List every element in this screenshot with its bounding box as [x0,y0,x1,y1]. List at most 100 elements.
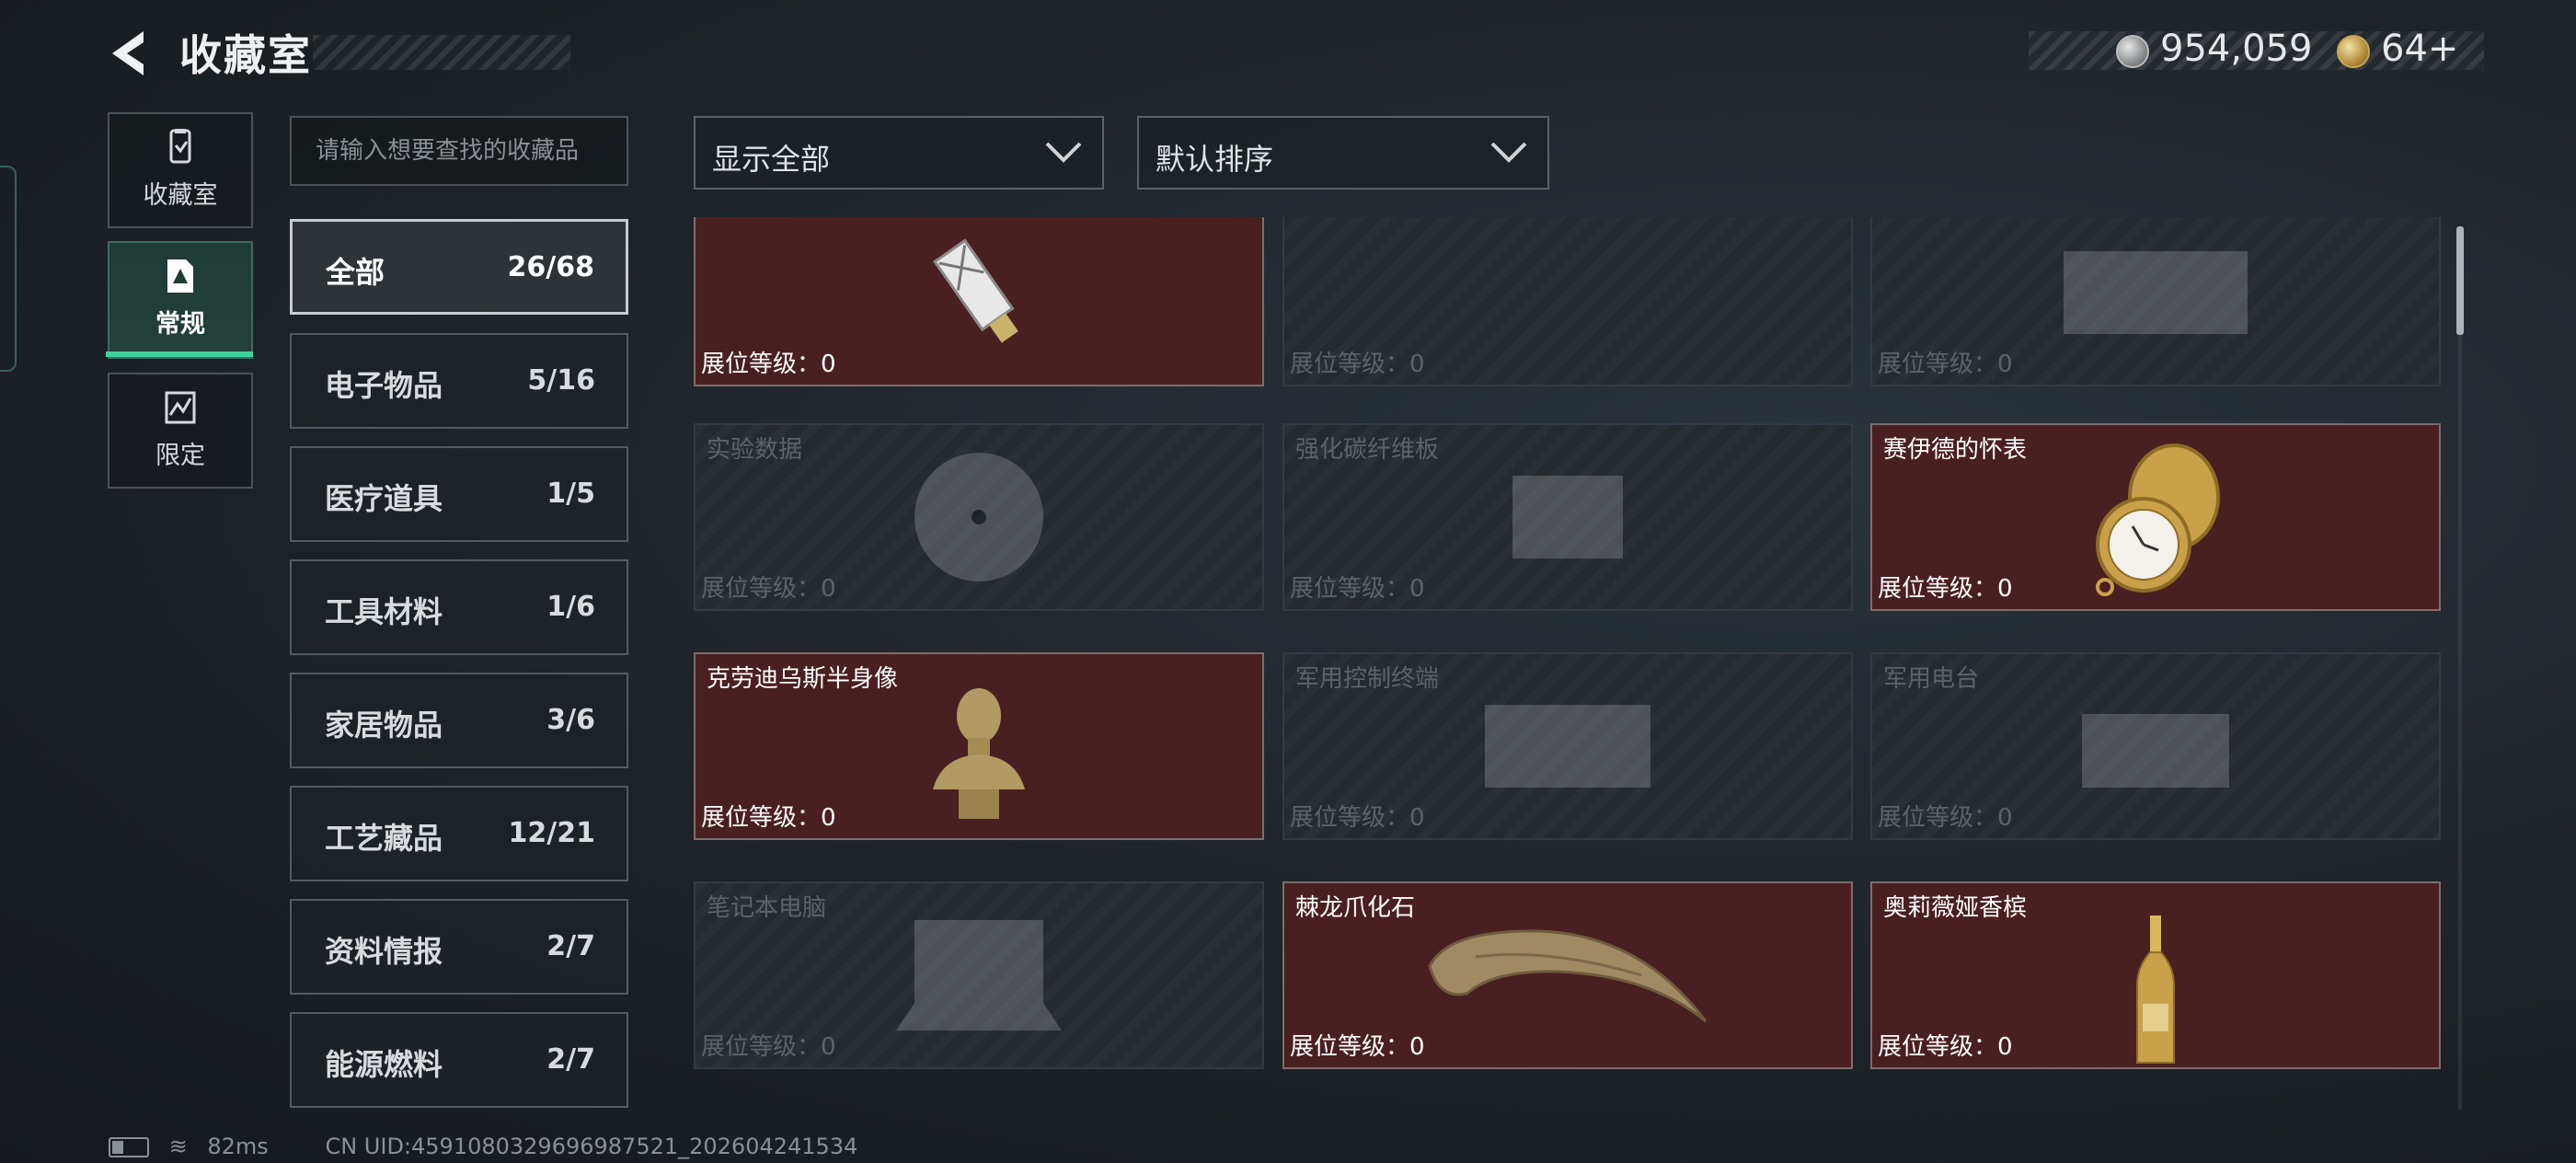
display-level: 展位等级：0 [1878,345,2013,379]
collection-card[interactable]: 实验数据 展位等级：0 [694,423,1264,611]
level-value: 0 [821,575,836,603]
level-value: 0 [1997,804,2013,832]
wifi-icon: ≋ [168,1134,188,1159]
category-count: 5/16 [527,364,595,397]
tab-label: 收藏室 [143,181,218,210]
disc-icon [914,453,1043,582]
category-count: 1/6 [546,591,595,623]
status-bar: ≋ 82ms CN UID:4591080329696987521_202604… [109,1134,870,1159]
silver-coin-icon [2116,35,2149,68]
category-electronics[interactable]: 电子物品 5/16 [290,333,628,429]
category-crafts[interactable]: 工艺藏品 12/21 [290,786,628,881]
category-name: 资料情报 [325,934,443,969]
limited-icon [165,391,196,424]
usb-key-icon [932,238,1018,343]
item-name: 实验数据 [707,436,803,464]
chevron-down-icon [1490,142,1527,163]
collection-card[interactable]: 赛伊德的怀表 展位等级：0 [1870,423,2441,611]
display-level: 展位等级：0 [1290,1028,1425,1062]
collection-card[interactable]: 展位等级：0 [1870,217,2441,386]
level-value: 0 [821,351,836,378]
gold-token-icon [2337,35,2370,68]
search-input[interactable] [290,116,628,186]
back-arrow-icon[interactable] [103,26,158,81]
uid-text: CN UID:4591080329696987521_202604241534 [325,1134,858,1159]
regular-doc-icon [167,259,193,293]
collection-card[interactable]: 棘龙爪化石 展位等级：0 [1282,881,1853,1069]
category-tools[interactable]: 工具材料 1/6 [290,559,628,655]
bust-icon [933,688,1025,819]
display-filter-dropdown[interactable]: 显示全部 [694,116,1104,190]
level-value: 0 [1409,1033,1425,1061]
category-count: 26/68 [507,251,594,283]
collection-card[interactable]: 克劳迪乌斯半身像 展位等级：0 [694,652,1264,840]
token-amount[interactable]: 64+ [2381,28,2458,70]
chevron-down-icon [1045,142,1082,163]
level-label: 展位等级： [1878,351,1998,378]
display-level: 展位等级：0 [1290,345,1425,379]
item-name: 强化碳纤维板 [1295,436,1440,464]
terminal-icon [1485,705,1650,788]
level-label: 展位等级： [701,575,822,603]
pocket-watch-icon [2096,443,2220,596]
category-name: 能源燃料 [325,1047,443,1082]
item-name: 棘龙爪化石 [1295,894,1416,922]
category-count: 2/7 [546,1043,595,1076]
level-label: 展位等级： [1290,804,1410,832]
category-household[interactable]: 家居物品 3/6 [290,673,628,768]
level-label: 展位等级： [701,351,822,378]
category-all[interactable]: 全部 26/68 [290,219,628,315]
item-name: 克劳迪乌斯半身像 [707,665,899,693]
category-count: 3/6 [546,704,595,736]
level-label: 展位等级： [701,1033,822,1061]
category-medical[interactable]: 医疗道具 1/5 [290,446,628,542]
category-name: 医疗道具 [325,481,443,516]
display-level: 展位等级：0 [701,799,836,833]
category-count: 2/7 [546,930,595,962]
money-amount: 954,059 [2160,28,2313,70]
display-level: 展位等级：0 [701,345,836,379]
category-name: 家居物品 [325,708,443,743]
tab-label: 常规 [155,310,205,339]
tab-collection-room[interactable]: 收藏室 [108,112,253,228]
display-level: 展位等级：0 [701,570,836,604]
collection-card[interactable]: 军用电台 展位等级：0 [1870,652,2441,840]
level-label: 展位等级： [701,804,822,832]
side-drawer-handle[interactable] [0,166,17,372]
level-label: 展位等级： [1290,575,1410,603]
scrollbar-track[interactable] [2458,226,2462,1110]
radio-icon [2082,714,2229,788]
laptop-icon [896,920,1062,1031]
display-level: 展位等级：0 [1878,1028,2013,1062]
selected-tab-indicator [106,351,253,357]
battery-icon [109,1137,149,1157]
display-level: 展位等级：0 [1290,799,1425,833]
level-label: 展位等级： [1878,804,1998,832]
level-value: 0 [1997,575,2013,603]
champagne-icon [2136,915,2175,1064]
scrollbar-thumb[interactable] [2456,226,2464,335]
display-level: 展位等级：0 [1878,570,2013,604]
item-name: 军用控制终端 [1295,665,1440,693]
category-count: 1/5 [546,478,595,510]
item-name: 笔记本电脑 [707,894,827,922]
tab-label: 限定 [155,442,205,470]
tab-limited[interactable]: 限定 [108,373,253,489]
tab-regular[interactable]: 常规 [108,241,253,359]
sort-dropdown[interactable]: 默认排序 [1137,116,1549,190]
collection-card[interactable]: 展位等级：0 [1282,217,1853,386]
level-label: 展位等级： [1878,575,1998,603]
add-token-button[interactable]: + [2428,28,2459,70]
collection-card[interactable]: 强化碳纤维板 展位等级：0 [1282,423,1853,611]
page-title: 收藏室 [179,30,312,80]
collection-card[interactable]: 军用控制终端 展位等级：0 [1282,652,1853,840]
collection-card[interactable]: 笔记本电脑 展位等级：0 [694,881,1264,1069]
level-value: 0 [1409,351,1425,378]
category-energy[interactable]: 能源燃料 2/7 [290,1012,628,1108]
category-name: 电子物品 [325,368,443,403]
level-value: 0 [821,804,836,832]
category-intel[interactable]: 资料情报 2/7 [290,899,628,995]
collection-card[interactable]: 奥莉薇娅香槟 展位等级：0 [1870,881,2441,1069]
category-name: 全部 [326,255,385,290]
collection-card[interactable]: 展位等级：0 [694,217,1264,386]
